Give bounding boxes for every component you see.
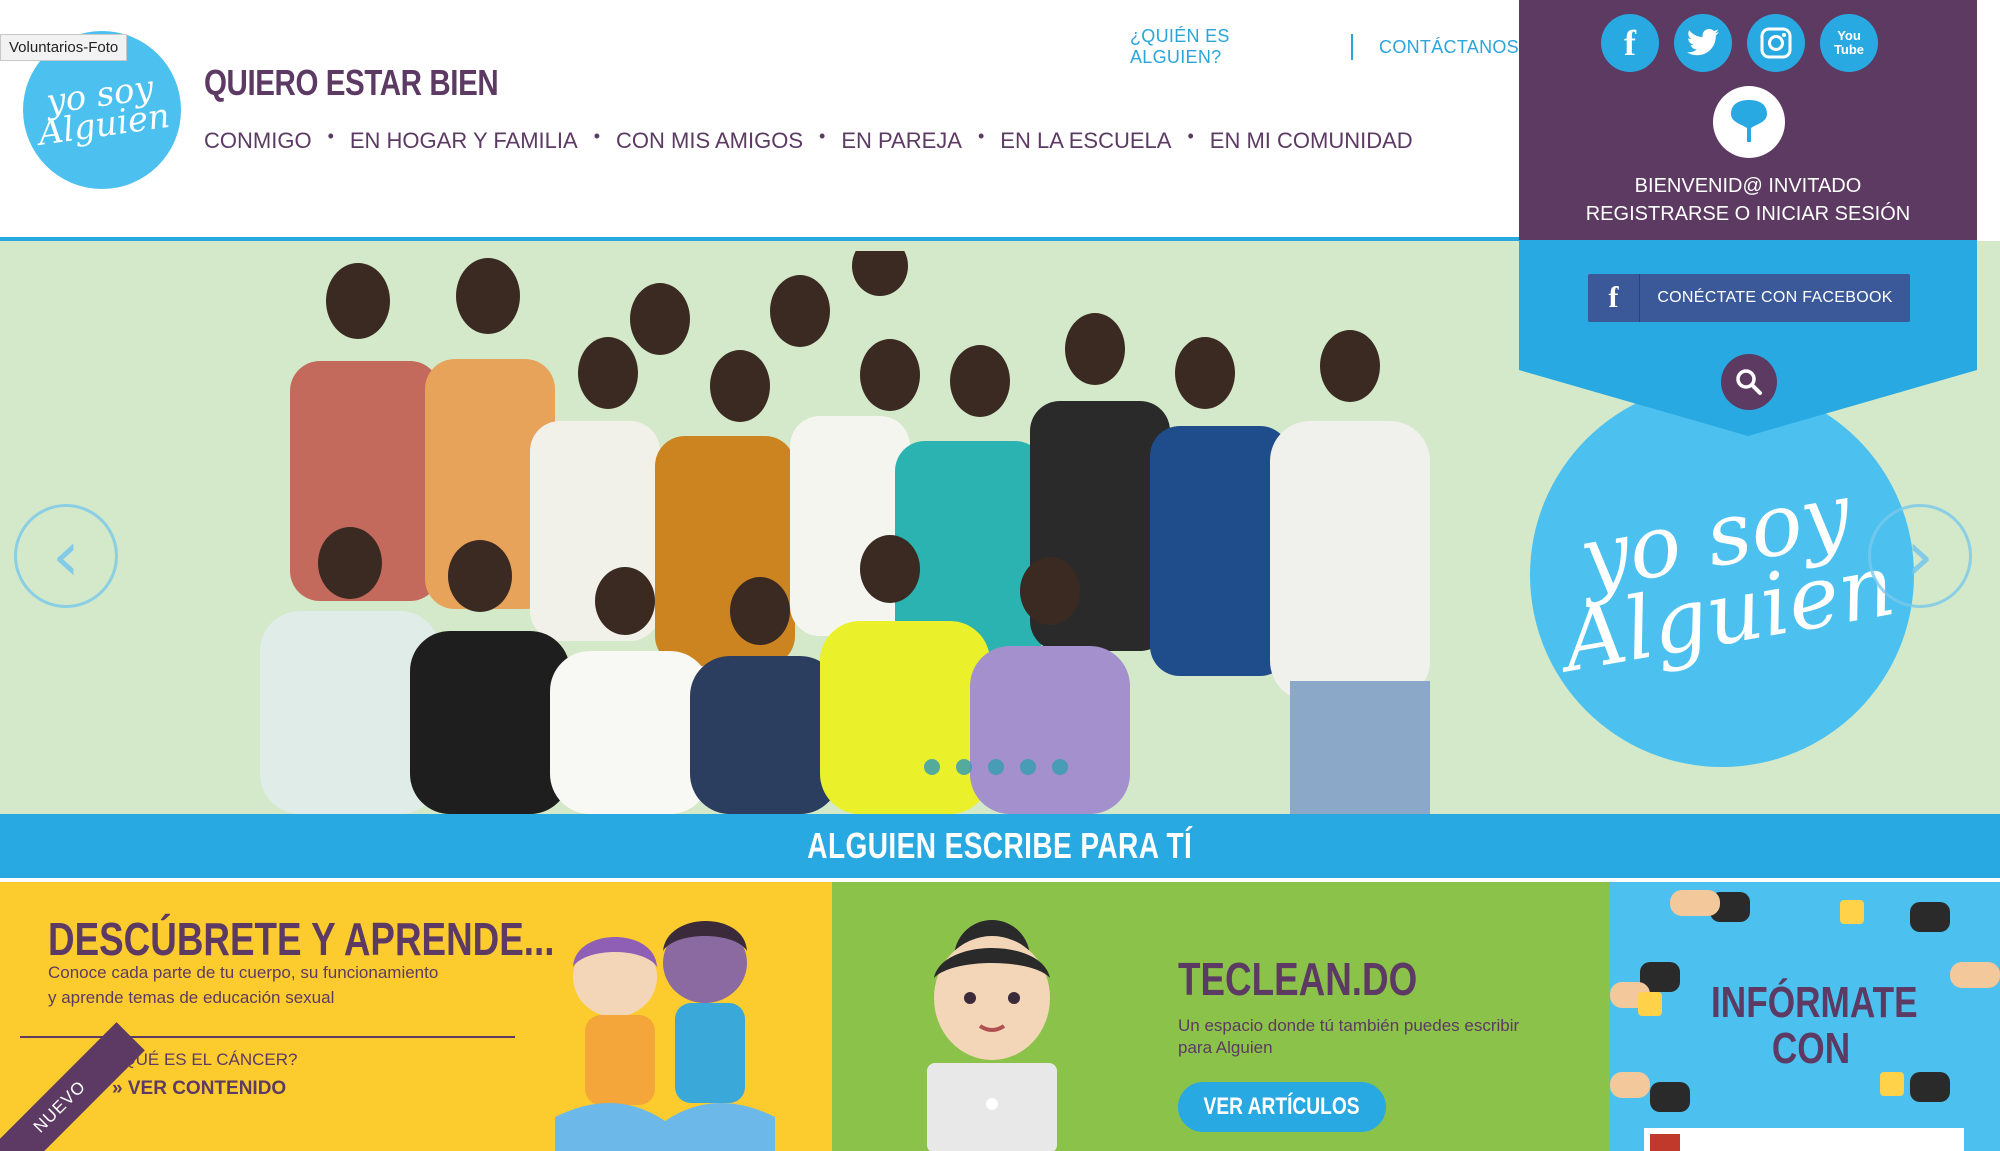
view-articles-button[interactable]: VER ARTÍCULOS xyxy=(1178,1082,1386,1132)
image-tooltip: Voluntarios-Foto xyxy=(0,34,128,61)
carousel-dots xyxy=(924,759,1068,775)
teclean-card[interactable]: TECLEAN.DO Un espacio donde tú también p… xyxy=(832,882,1610,1151)
view-content-link[interactable]: » VER CONTENIDO xyxy=(112,1078,286,1100)
learn-card-divider xyxy=(20,1036,515,1038)
nav-separator: • xyxy=(327,125,334,146)
hero-logo: yo soy Alguien xyxy=(1530,383,1914,767)
carousel-next-button[interactable]: › xyxy=(1868,504,1972,608)
facebook-connect-label: CONÉCTATE CON FACEBOOK xyxy=(1657,289,1893,306)
carousel-dot-3[interactable] xyxy=(988,759,1004,775)
teclean-card-title: TECLEAN.DO xyxy=(1178,953,1418,1005)
nav-item-comunidad[interactable]: EN MI COMUNIDAD xyxy=(1210,128,1413,154)
chevron-left-icon: ‹ xyxy=(52,515,80,597)
nav-item-conmigo[interactable]: CONMIGO xyxy=(204,128,312,154)
cancer-question: ¿QUÉ ES EL CÁNCER? xyxy=(112,1050,298,1069)
view-articles-label: VER ARTÍCULOS xyxy=(1203,1093,1361,1120)
inform-card-title: INFÓRMATE CON xyxy=(1711,978,1918,1073)
carousel-dot-4[interactable] xyxy=(1020,759,1036,775)
banner-title: ALGUIEN ESCRIBE PARA TÍ xyxy=(807,825,1193,866)
nav-separator: • xyxy=(977,125,985,146)
main-nav: CONMIGO • EN HOGAR Y FAMILIA • CON MIS A… xyxy=(204,125,1413,154)
welcome-text: BIENVENID@ INVITADO REGISTRARSE O INICIA… xyxy=(1519,172,1977,228)
carousel-dot-1[interactable] xyxy=(924,759,940,775)
nav-item-pareja[interactable]: EN PAREJA xyxy=(841,128,962,154)
nav-item-hogar[interactable]: EN HOGAR Y FAMILIA xyxy=(350,128,578,154)
instagram-button[interactable] xyxy=(1747,14,1805,72)
facebook-button[interactable]: f xyxy=(1601,14,1659,72)
header: yo soy Alguien Voluntarios-Foto QUIERO E… xyxy=(0,0,1519,240)
section-banner: ALGUIEN ESCRIBE PARA TÍ xyxy=(0,814,2000,878)
group-photo xyxy=(260,251,1430,814)
user-panel: f You Tube BIENVENID@ INVITADO REGISTRAR… xyxy=(1519,0,1977,240)
user-avatar-icon xyxy=(1731,100,1767,142)
welcome-guest: BIENVENID@ INVITADO xyxy=(1634,175,1862,197)
carousel-prev-button[interactable]: ‹ xyxy=(14,504,118,608)
instagram-icon xyxy=(1760,27,1792,59)
youtube-button[interactable]: You Tube xyxy=(1820,14,1878,72)
search-button[interactable] xyxy=(1721,354,1777,410)
carousel-dot-5[interactable] xyxy=(1052,759,1068,775)
twitter-button[interactable] xyxy=(1674,14,1732,72)
newspaper-mark xyxy=(1650,1134,1680,1151)
teclean-card-desc-line-2: para Alguien xyxy=(1178,1038,1273,1057)
hero-logo-text: yo soy Alguien xyxy=(1555,463,1902,692)
nav-separator: • xyxy=(1187,125,1194,146)
nav-item-amigos[interactable]: CON MIS AMIGOS xyxy=(616,128,803,154)
who-is-alguien-link[interactable]: ¿QUIÉN ES ALGUIEN? xyxy=(1130,26,1325,68)
inform-card[interactable]: INFÓRMATE CON xyxy=(1610,882,2000,1151)
login-dropdown-content: f CONÉCTATE CON FACEBOOK xyxy=(1519,240,1977,420)
twitter-icon xyxy=(1687,29,1719,56)
carousel-dot-2[interactable] xyxy=(956,759,972,775)
login-register-link[interactable]: REGISTRARSE O INICIAR SESIÓN xyxy=(1519,200,1977,228)
learn-card[interactable]: DESCÚBRETE Y APRENDE... Conoce cada part… xyxy=(0,882,832,1151)
newspaper-logo xyxy=(1644,1128,1964,1151)
chevron-right-icon: › xyxy=(1906,515,1934,597)
learn-card-desc-line-1: Conoce cada parte de tu cuerpo, su funci… xyxy=(48,963,439,982)
facebook-icon: f xyxy=(1624,23,1636,63)
facebook-icon: f xyxy=(1588,274,1640,322)
writer-illustration xyxy=(927,920,1057,1151)
site-title[interactable]: QUIERO ESTAR BIEN xyxy=(204,62,499,104)
top-links: ¿QUIÉN ES ALGUIEN? CONTÁCTANOS xyxy=(1130,26,1519,68)
page: yo soy Alguien Voluntarios-Foto QUIERO E… xyxy=(0,0,2000,1151)
contact-link[interactable]: CONTÁCTANOS xyxy=(1379,37,1519,58)
logo-text: yo soy Alguien xyxy=(35,67,173,154)
teens-illustration xyxy=(555,921,775,1151)
nav-separator: • xyxy=(593,125,600,146)
youtube-icon: You Tube xyxy=(1833,28,1865,57)
user-avatar[interactable] xyxy=(1713,86,1785,158)
learn-card-desc-line-2: y aprende temas de educación sexual xyxy=(48,988,335,1007)
teclean-card-description: Un espacio donde tú también puedes escri… xyxy=(1178,1015,1519,1059)
nav-separator: • xyxy=(819,125,826,146)
learn-card-title: DESCÚBRETE Y APRENDE... xyxy=(48,913,555,965)
teclean-card-desc-line-1: Un espacio donde tú también puedes escri… xyxy=(1178,1016,1520,1035)
search-icon xyxy=(1736,369,1762,395)
facebook-connect-button[interactable]: f CONÉCTATE CON FACEBOOK xyxy=(1588,274,1910,322)
top-links-divider xyxy=(1351,34,1354,60)
learn-card-description: Conoce cada parte de tu cuerpo, su funci… xyxy=(48,960,438,1010)
nav-item-escuela[interactable]: EN LA ESCUELA xyxy=(1000,128,1171,154)
